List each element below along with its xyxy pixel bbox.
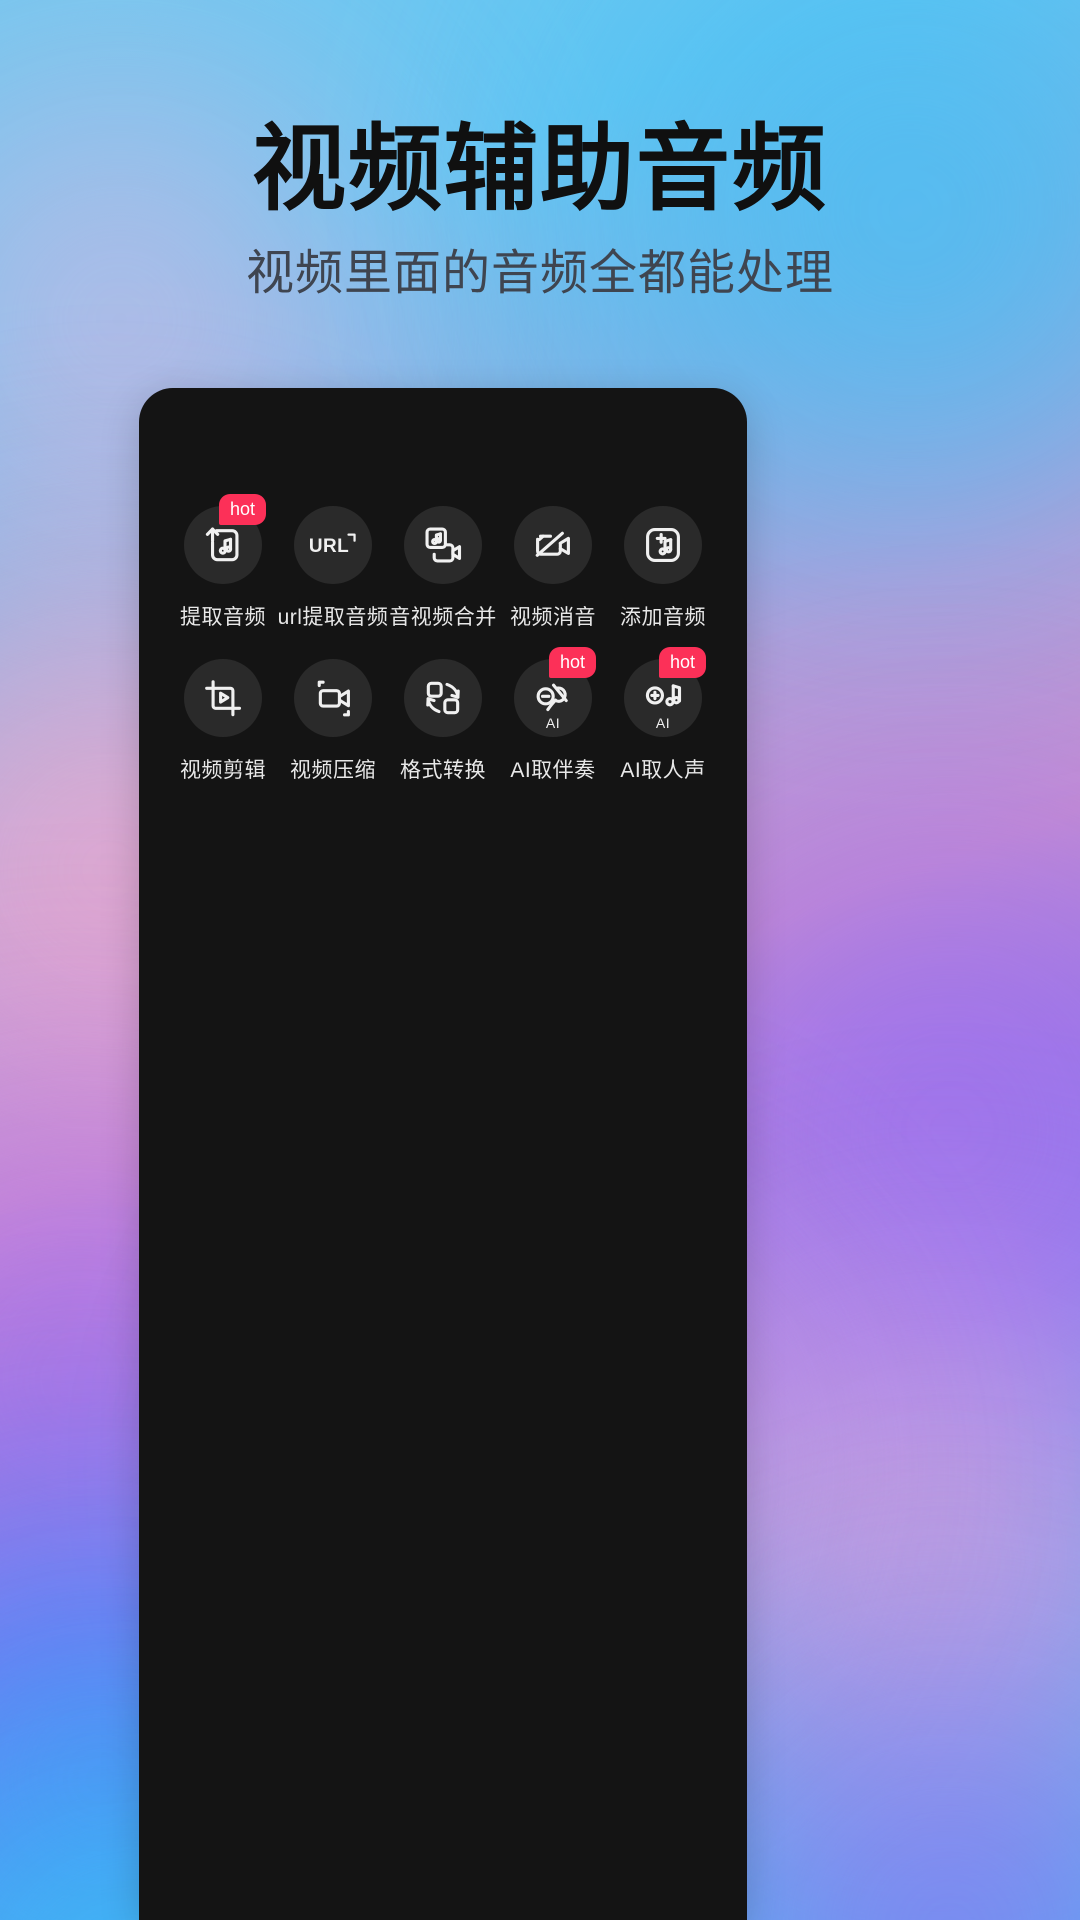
tool-item-add-audio[interactable]: 添加音频: [613, 506, 713, 631]
page-subtitle: 视频里面的音频全都能处理: [245, 247, 834, 300]
tool-item-label: 视频压缩: [290, 759, 376, 782]
tool-item-video-crop[interactable]: 视频剪辑: [173, 659, 273, 784]
video-compress-icon[interactable]: [294, 659, 372, 737]
hot-badge: hot: [219, 494, 267, 525]
tool-item-label: 提取音频: [180, 606, 266, 629]
page-title: 视频辅助音频: [251, 116, 828, 221]
tool-item-extract-audio[interactable]: hot 提取音频: [173, 494, 273, 631]
tool-row: 视频剪辑 视频压缩 格式转换 AI hot AI取伴奏 AI hot AI取人声: [139, 647, 747, 784]
merge-av-icon[interactable]: [404, 506, 482, 584]
svg-text:URL: URL: [309, 536, 349, 557]
tool-item-label: 视频剪辑: [180, 759, 266, 782]
ai-tag-label: AI: [655, 715, 671, 731]
tool-item-video-compress[interactable]: 视频压缩: [283, 659, 383, 784]
video-crop-icon[interactable]: [184, 659, 262, 737]
tool-item-label: url提取音频: [277, 606, 389, 629]
tool-item-video-mute[interactable]: 视频消音: [503, 506, 603, 631]
format-convert-icon[interactable]: [404, 659, 482, 737]
tool-item-label: 添加音频: [620, 606, 706, 629]
hot-badge: hot: [659, 647, 707, 678]
phone-screen-mockup: hot 提取音频 URL url提取音频 音视频合并 视频消音 添加音频视频剪辑 视频压缩 格式…: [139, 388, 747, 1920]
video-mute-icon[interactable]: [514, 506, 592, 584]
tool-item-label: 格式转换: [400, 759, 486, 782]
tool-item-url[interactable]: URL url提取音频: [278, 506, 388, 631]
tool-item-label: 视频消音: [510, 606, 596, 629]
add-audio-icon[interactable]: [624, 506, 702, 584]
promo-header: 视频辅助音频 视频里面的音频全都能处理: [0, 0, 1080, 298]
tool-item-merge-av[interactable]: 音视频合并: [389, 506, 496, 631]
ai-tag-label: AI: [545, 715, 561, 731]
tool-item-label: 音视频合并: [389, 606, 497, 629]
tool-grid: hot 提取音频 URL url提取音频 音视频合并 视频消音 添加音频视频剪辑 视频压缩 格式…: [139, 494, 747, 784]
hot-badge: hot: [549, 647, 597, 678]
tool-item-format-convert[interactable]: 格式转换: [393, 659, 493, 784]
tool-item-ai-accompaniment[interactable]: AI hot AI取伴奏: [503, 647, 603, 784]
tool-item-label: AI取伴奏: [510, 759, 596, 782]
tool-item-label: AI取人声: [620, 759, 706, 782]
url-icon[interactable]: URL: [294, 506, 372, 584]
tool-item-ai-vocals[interactable]: AI hot AI取人声: [613, 647, 713, 784]
tool-row: hot 提取音频 URL url提取音频 音视频合并 视频消音 添加音频: [139, 494, 747, 631]
